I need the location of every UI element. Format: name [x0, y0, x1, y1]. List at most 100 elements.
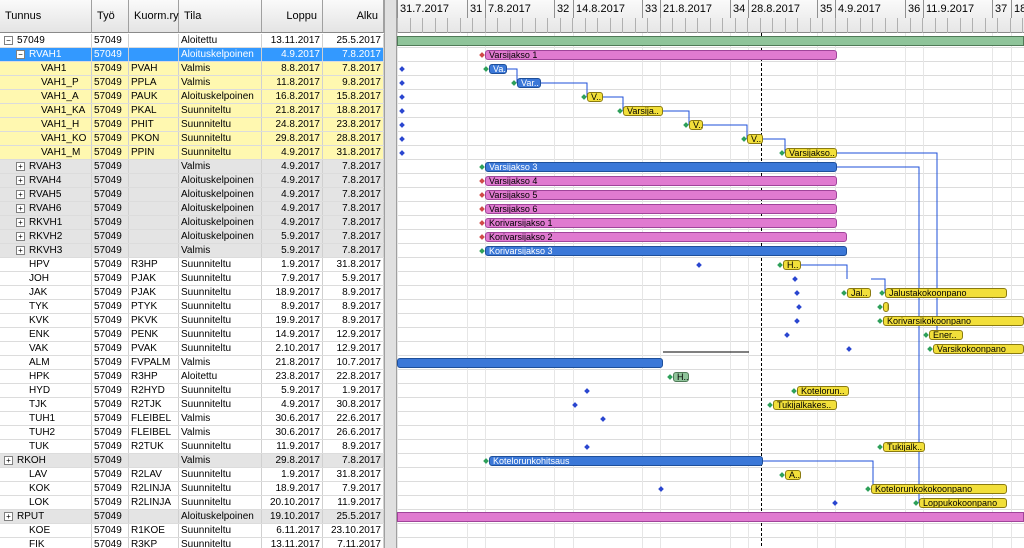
table-row[interactable]: KOE 57049 R1KOE Suunniteltu 6.11.2017 23.10.2…	[0, 524, 384, 538]
table-row[interactable]: + RVAH5 57049 Aloituskelpoinen 4.9.2017 7.8.2…	[0, 188, 384, 202]
cell-tila: Suunniteltu	[179, 258, 262, 271]
table-row[interactable]: + RVAH4 57049 Aloituskelpoinen 4.9.2017 7.8.2…	[0, 174, 384, 188]
table-row[interactable]: ALM 57049 FVPALM Valmis 21.8.2017 10.7.2017	[0, 356, 384, 370]
expand-icon[interactable]: +	[16, 162, 25, 171]
table-row[interactable]: HYD 57049 R2HYD Suunniteltu 5.9.2017 1.9.2017	[0, 384, 384, 398]
table-row[interactable]: TUK 57049 R2TUK Suunniteltu 11.9.2017 8.9.201…	[0, 440, 384, 454]
table-row[interactable]: VAH1_A 57049 PAUK Aloituskelpoinen 16.8.2017…	[0, 90, 384, 104]
gantt-bar[interactable]	[397, 358, 663, 368]
table-row[interactable]: FIK 57049 R3KP Suunniteltu 13.11.2017 7.11.20…	[0, 538, 384, 548]
gantt-bar[interactable]: Kotelorunkohitsaus	[489, 456, 763, 466]
table-row[interactable]: VAH1 57049 PVAH Valmis 8.8.2017 7.8.2017	[0, 62, 384, 76]
pane-splitter[interactable]	[384, 0, 397, 548]
table-row[interactable]: −57049 57049 Aloitettu 13.11.2017 25.5.2017	[0, 34, 384, 48]
gantt-bar[interactable]	[397, 36, 1024, 46]
table-row[interactable]: TUH1 57049 FLEIBEL Valmis 30.6.2017 22.6.2017	[0, 412, 384, 426]
table-row[interactable]: + RKVH1 57049 Aloituskelpoinen 4.9.2017 7.8.2…	[0, 216, 384, 230]
gantt-bar[interactable]: Loppukokoonpano	[919, 498, 1007, 508]
cell-alku: 5.9.2017	[323, 272, 384, 285]
table-row[interactable]: VAH1_M 57049 PPIN Suunniteltu 4.9.2017 31.8.2…	[0, 146, 384, 160]
gantt-bar[interactable]: Korivarsijakso 2	[485, 232, 847, 242]
gantt-bar[interactable]: Jal..	[847, 288, 871, 298]
table-row[interactable]: HPK 57049 R3HP Aloitettu 23.8.2017 22.8.2017	[0, 370, 384, 384]
table-row[interactable]: + RVAH6 57049 Aloituskelpoinen 4.9.2017 7.8.2…	[0, 202, 384, 216]
gantt-bar[interactable]: Tukijalk..	[883, 442, 925, 452]
gantt-bar[interactable]: Va..	[489, 64, 507, 74]
expand-icon[interactable]: +	[16, 218, 25, 227]
expand-icon[interactable]: +	[16, 246, 25, 255]
gantt-bar[interactable]: H..	[673, 372, 689, 382]
expand-icon[interactable]: +	[16, 176, 25, 185]
table-row[interactable]: JOH 57049 PJAK Suunniteltu 7.9.2017 5.9.2017	[0, 272, 384, 286]
table-row[interactable]: + RKVH2 57049 Aloituskelpoinen 5.9.2017 7.8.2…	[0, 230, 384, 244]
table-row[interactable]: + RKVH3 57049 Valmis 5.9.2017 7.8.2017	[0, 244, 384, 258]
table-row[interactable]: + RPUT 57049 Aloituskelpoinen 19.10.2017 25.5…	[0, 510, 384, 524]
cell-tila: Suunniteltu	[179, 468, 262, 481]
gantt-bar[interactable]: V..	[689, 120, 703, 130]
expand-icon[interactable]: +	[16, 190, 25, 199]
gantt-bar[interactable]: Kotelorunkokokoonpano	[871, 484, 1007, 494]
gantt-bar[interactable]: Varsijakso 6	[485, 204, 837, 214]
table-row[interactable]: TYK 57049 PTYK Suunniteltu 8.9.2017 8.9.2017	[0, 300, 384, 314]
column-header-tyo[interactable]: Työ	[92, 0, 129, 33]
table-row[interactable]: − RVAH1 57049 Aloituskelpoinen 4.9.2017 7.8.2…	[0, 48, 384, 62]
table-row[interactable]: VAH1_P 57049 PPLA Valmis 11.8.2017 9.8.2017	[0, 76, 384, 90]
gantt-bar[interactable]: Varsija..	[623, 106, 663, 116]
collapse-icon[interactable]: −	[4, 36, 13, 45]
gantt-bar[interactable]: Korivarsikokoonpano	[883, 316, 1024, 326]
gantt-bar[interactable]: Tukijalkakes..	[773, 400, 837, 410]
table-row[interactable]: JAK 57049 PJAK Suunniteltu 18.9.2017 8.9.2017	[0, 286, 384, 300]
gantt-bar[interactable]: Korivarsijakso 1	[485, 218, 837, 228]
gantt-bar[interactable]: H..	[783, 260, 801, 270]
gantt-bar[interactable]: Ener..	[929, 330, 963, 340]
gantt-bar[interactable]	[397, 512, 1024, 522]
gantt-bar[interactable]: Var..	[517, 78, 541, 88]
gantt-bar[interactable]: Kotelorun..	[797, 386, 849, 396]
expand-icon[interactable]: +	[4, 512, 13, 521]
table-row[interactable]: TJK 57049 R2TJK Suunniteltu 4.9.2017 30.8.201…	[0, 398, 384, 412]
table-row[interactable]: VAH1_KA 57049 PKAL Suunniteltu 21.8.2017 18.8…	[0, 104, 384, 118]
gantt-bar[interactable]: A..	[785, 470, 801, 480]
gantt-bar[interactable]: Varsikokoonpano	[933, 344, 1024, 354]
gantt-bar[interactable]: Varsijakso 4	[485, 176, 837, 186]
table-row[interactable]: + RVAH3 57049 Valmis 4.9.2017 7.8.2017	[0, 160, 384, 174]
collapse-icon[interactable]: −	[16, 50, 25, 59]
table-row[interactable]: + RKOH 57049 Valmis 29.8.2017 7.8.2017	[0, 454, 384, 468]
expand-icon[interactable]: +	[16, 232, 25, 241]
table-row[interactable]: LOK 57049 R2LINJA Suunniteltu 20.10.2017 11.9…	[0, 496, 384, 510]
gantt-bar[interactable]: V..	[587, 92, 603, 102]
gantt-chart[interactable]: 31.7.2017 31 7.8.2017 32 14.8.2017 33 21.8.201…	[397, 0, 1024, 548]
column-header-kuorm[interactable]: Kuorm.ry	[129, 0, 179, 33]
cell-tyo: 57049	[92, 174, 129, 187]
table-row[interactable]: ENK 57049 PENK Suunniteltu 14.9.2017 12.9.201…	[0, 328, 384, 342]
expand-icon[interactable]: +	[4, 456, 13, 465]
cell-loppu: 5.9.2017	[262, 244, 323, 257]
table-row[interactable]: VAK 57049 PVAK Suunniteltu 2.10.2017 12.9.201…	[0, 342, 384, 356]
table-row[interactable]: HPV 57049 R3HP Suunniteltu 1.9.2017 31.8.2017	[0, 258, 384, 272]
cell-loppu: 29.8.2017	[262, 454, 323, 467]
column-header-alku[interactable]: Alku	[323, 0, 384, 33]
table-row[interactable]: VAH1_H 57049 PHIT Suunniteltu 24.8.2017 23.8.…	[0, 118, 384, 132]
column-header-tunnus[interactable]: Tunnus	[0, 0, 92, 33]
gantt-bar[interactable]: Varsijakso..	[785, 148, 837, 158]
table-row[interactable]: TUH2 57049 FLEIBEL Valmis 30.6.2017 26.6.2017	[0, 426, 384, 440]
task-id-label: FIK	[29, 539, 45, 548]
table-row[interactable]: KOK 57049 R2LINJA Suunniteltu 18.9.2017 7.9.2…	[0, 482, 384, 496]
table-row[interactable]: VAH1_KO 57049 PKON Suunniteltu 29.8.2017 28.8…	[0, 132, 384, 146]
gantt-bar[interactable]: Varsijakso 1	[485, 50, 837, 60]
cell-tyo: 57049	[92, 76, 129, 89]
gantt-bar[interactable]: I	[883, 302, 889, 312]
gantt-bar[interactable]: V..	[747, 134, 763, 144]
gantt-bar[interactable]: Korivarsijakso 3	[485, 246, 847, 256]
cell-alku: 7.8.2017	[323, 174, 384, 187]
gantt-bar[interactable]: Varsijakso 3	[485, 162, 837, 172]
column-header-loppu[interactable]: Loppu	[262, 0, 323, 33]
gantt-bar[interactable]: Varsijakso 5	[485, 190, 837, 200]
cell-tila: Suunniteltu	[179, 496, 262, 509]
gantt-bar[interactable]: Jalustakokoonpano	[885, 288, 1007, 298]
table-row[interactable]: LAV 57049 R2LAV Suunniteltu 1.9.2017 31.8.201…	[0, 468, 384, 482]
expand-icon[interactable]: +	[16, 204, 25, 213]
table-row[interactable]: KVK 57049 PKVK Suunniteltu 19.9.2017 8.9.2017	[0, 314, 384, 328]
column-header-tila[interactable]: Tila	[179, 0, 262, 33]
cell-tunnus: TUH2	[0, 426, 92, 439]
